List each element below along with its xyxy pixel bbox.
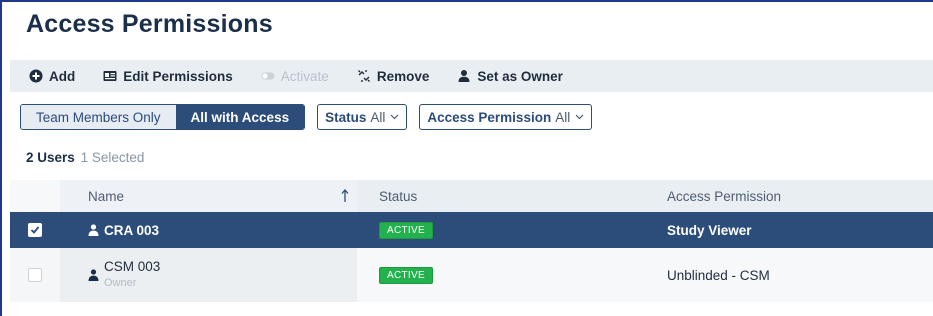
edit-permissions-button[interactable]: Edit Permissions [89, 60, 247, 92]
access-permission-value: Unblinded - CSM [667, 267, 770, 283]
remove-button[interactable]: Remove [343, 60, 444, 92]
add-label: Add [49, 68, 76, 84]
selected-count: 1 Selected [80, 150, 145, 165]
status-filter-value: All [370, 109, 386, 125]
column-header-access-label: Access Permission [667, 188, 782, 204]
id-card-icon [103, 69, 117, 83]
status-filter-label: Status [325, 109, 367, 125]
access-permission-filter-value: All [555, 109, 571, 125]
chevron-down-icon [575, 114, 584, 120]
plus-circle-icon [29, 69, 43, 83]
user-icon [88, 269, 99, 281]
row-status-cell: ACTIVE [357, 248, 655, 302]
check-icon [30, 226, 40, 234]
status-badge: ACTIVE [379, 266, 433, 284]
add-button[interactable]: Add [10, 60, 89, 92]
row-check-cell [10, 212, 60, 248]
access-permission-value: Study Viewer [667, 222, 752, 238]
arrow-up-icon [341, 189, 349, 202]
user-count: 2 Users 1 Selected [26, 150, 144, 165]
access-permissions-panel: Access Permissions Add Edit Permissions … [0, 0, 933, 316]
activate-button[interactable]: Activate [247, 60, 343, 92]
header-check-cell [10, 180, 60, 212]
filter-bar: Team Members Only All with Access Status… [20, 104, 593, 130]
column-header-status[interactable]: Status [357, 180, 655, 212]
status-badge: ACTIVE [379, 221, 433, 239]
name-stack: CSM 003 Owner [104, 259, 160, 291]
toolbar: Add Edit Permissions Activate Remove Set… [10, 60, 933, 92]
page-title: Access Permissions [26, 10, 273, 38]
user-name: CSM 003 [104, 259, 161, 274]
toggle-icon [261, 69, 275, 83]
users-count: 2 Users [26, 150, 75, 165]
set-as-owner-label: Set as Owner [477, 68, 563, 84]
row-status-cell: ACTIVE [357, 212, 655, 248]
access-permission-filter-label: Access Permission [427, 109, 552, 125]
row-access-cell: Study Viewer [655, 212, 933, 248]
set-as-owner-button[interactable]: Set as Owner [443, 60, 577, 92]
table-row[interactable]: CRA 003 ACTIVE Study Viewer [10, 212, 933, 248]
row-checkbox[interactable] [28, 223, 42, 237]
team-members-only-tab[interactable]: Team Members Only [21, 105, 176, 129]
column-header-name[interactable]: Name [60, 180, 357, 212]
edit-permissions-label: Edit Permissions [123, 68, 233, 84]
table-header: Name Status Access Permission [10, 180, 933, 212]
chevron-down-icon [390, 114, 399, 120]
owner-tag: Owner [104, 277, 137, 289]
column-header-status-label: Status [379, 188, 418, 204]
column-header-name-label: Name [88, 188, 125, 204]
column-header-access-permission[interactable]: Access Permission [655, 180, 933, 212]
membership-segmented-control: Team Members Only All with Access [20, 104, 306, 130]
remove-label: Remove [376, 68, 430, 84]
row-check-cell [10, 248, 60, 302]
table-row[interactable]: CSM 003 Owner ACTIVE Unblinded - CSM [10, 248, 933, 302]
status-filter-dropdown[interactable]: Status All [317, 104, 408, 130]
row-access-cell: Unblinded - CSM [655, 248, 933, 302]
broken-link-icon [357, 69, 371, 83]
users-table: Name Status Access Permission CRA 003 AC [10, 180, 933, 302]
user-name: CRA 003 [104, 222, 160, 238]
row-name-cell: CRA 003 [60, 212, 357, 248]
row-checkbox[interactable] [28, 268, 42, 282]
activate-label: Activate [280, 68, 329, 84]
all-with-access-tab[interactable]: All with Access [175, 105, 305, 129]
row-name-cell: CSM 003 Owner [60, 248, 357, 302]
user-icon [457, 69, 471, 83]
access-permission-filter-dropdown[interactable]: Access Permission All [419, 104, 593, 130]
user-icon [88, 224, 99, 236]
